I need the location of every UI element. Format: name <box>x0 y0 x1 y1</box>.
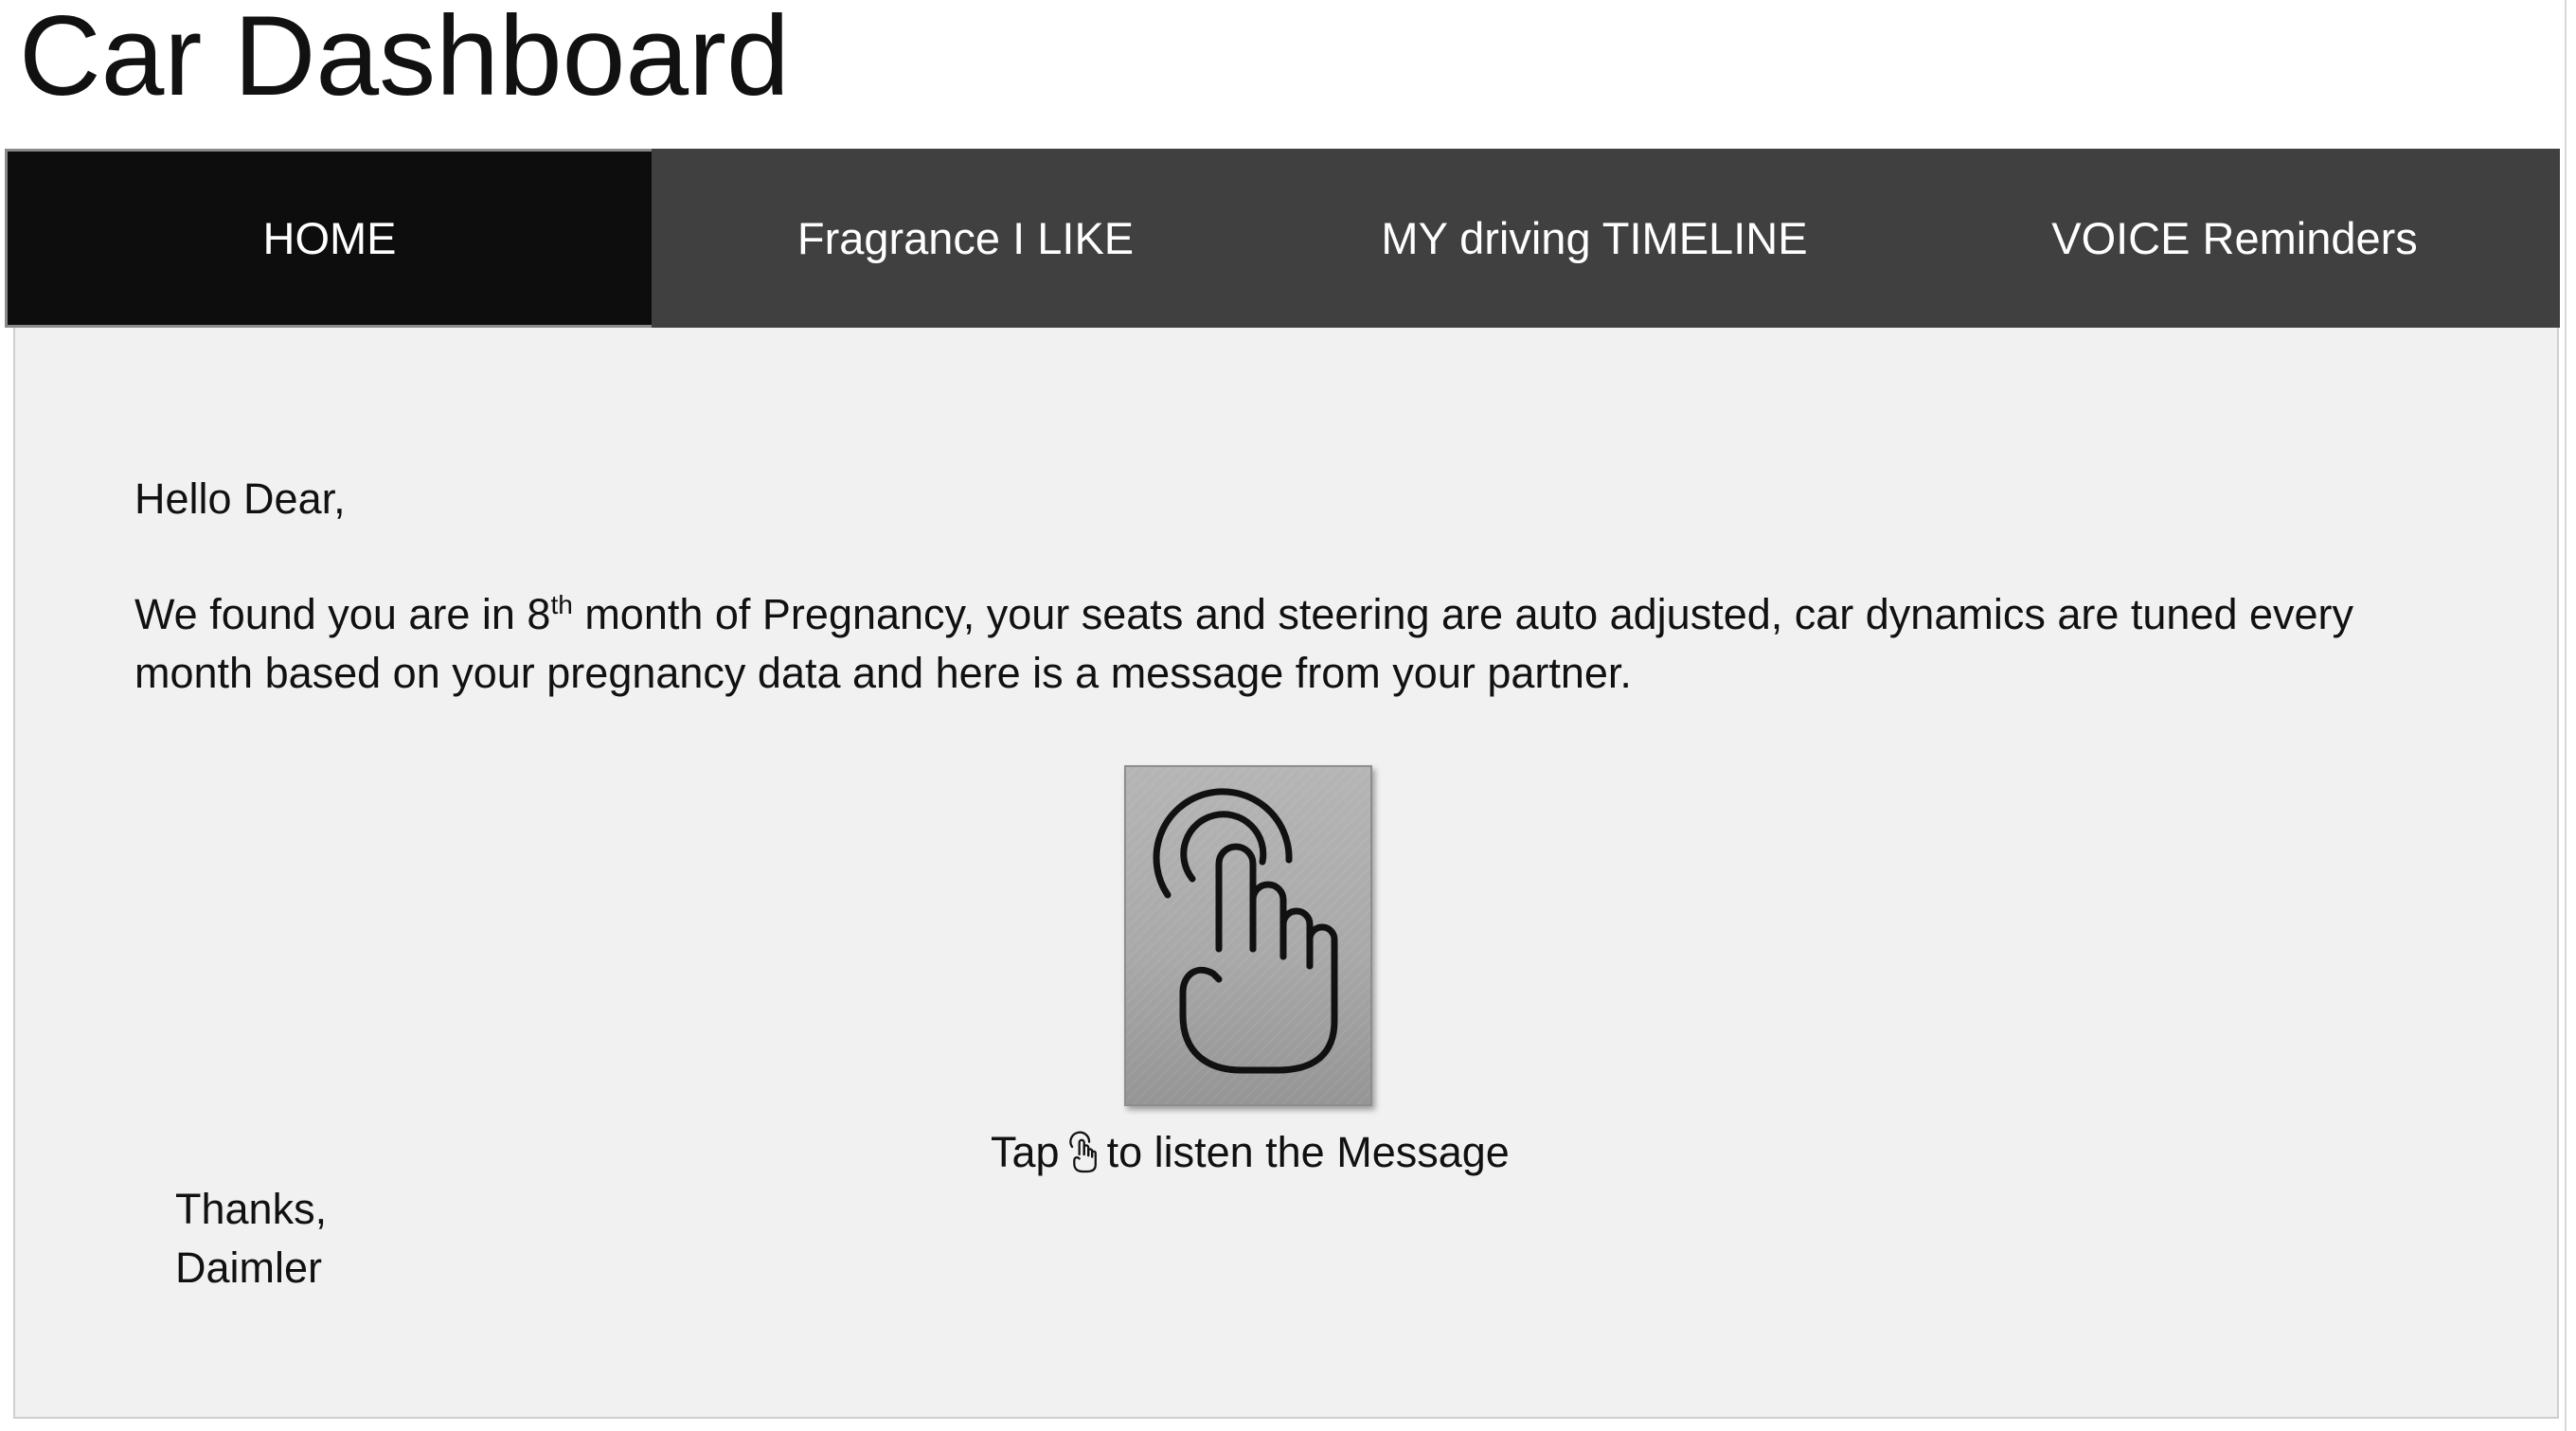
tap-caption-suffix: to listen the Message <box>1106 1128 1510 1176</box>
vertical-scrollbar[interactable] <box>2565 0 2576 1431</box>
tab-driving-timeline[interactable]: MY driving TIMELINE <box>1279 149 1909 328</box>
tap-caption-prefix: Tap <box>991 1128 1060 1176</box>
tab-voice-reminders[interactable]: VOICE Reminders <box>1909 149 2560 328</box>
message-part-1: We found you are in 8 <box>134 590 551 638</box>
main-navigation: HOME Fragrance I LIKE MY driving TIMELIN… <box>5 149 2560 328</box>
touch-gesture-icon <box>1065 1129 1101 1176</box>
closing-text: Thanks, <box>175 1185 328 1233</box>
page-title: Car Dashboard <box>19 0 790 119</box>
pregnancy-message: We found you are in 8th month of Pregnan… <box>134 585 2474 703</box>
touch-gesture-icon <box>1126 767 1370 1104</box>
tab-home[interactable]: HOME <box>5 149 652 328</box>
home-content-panel: Hello Dear, We found you are in 8th mont… <box>13 328 2559 1419</box>
tab-fragrance[interactable]: Fragrance I LIKE <box>652 149 1279 328</box>
play-message-button[interactable] <box>1124 765 1372 1106</box>
signature-text: Daimler <box>175 1243 323 1292</box>
ordinal-suffix: th <box>550 590 573 619</box>
greeting-text: Hello Dear, <box>134 474 346 523</box>
tap-instruction: Tap to listen the Message <box>991 1123 1510 1182</box>
